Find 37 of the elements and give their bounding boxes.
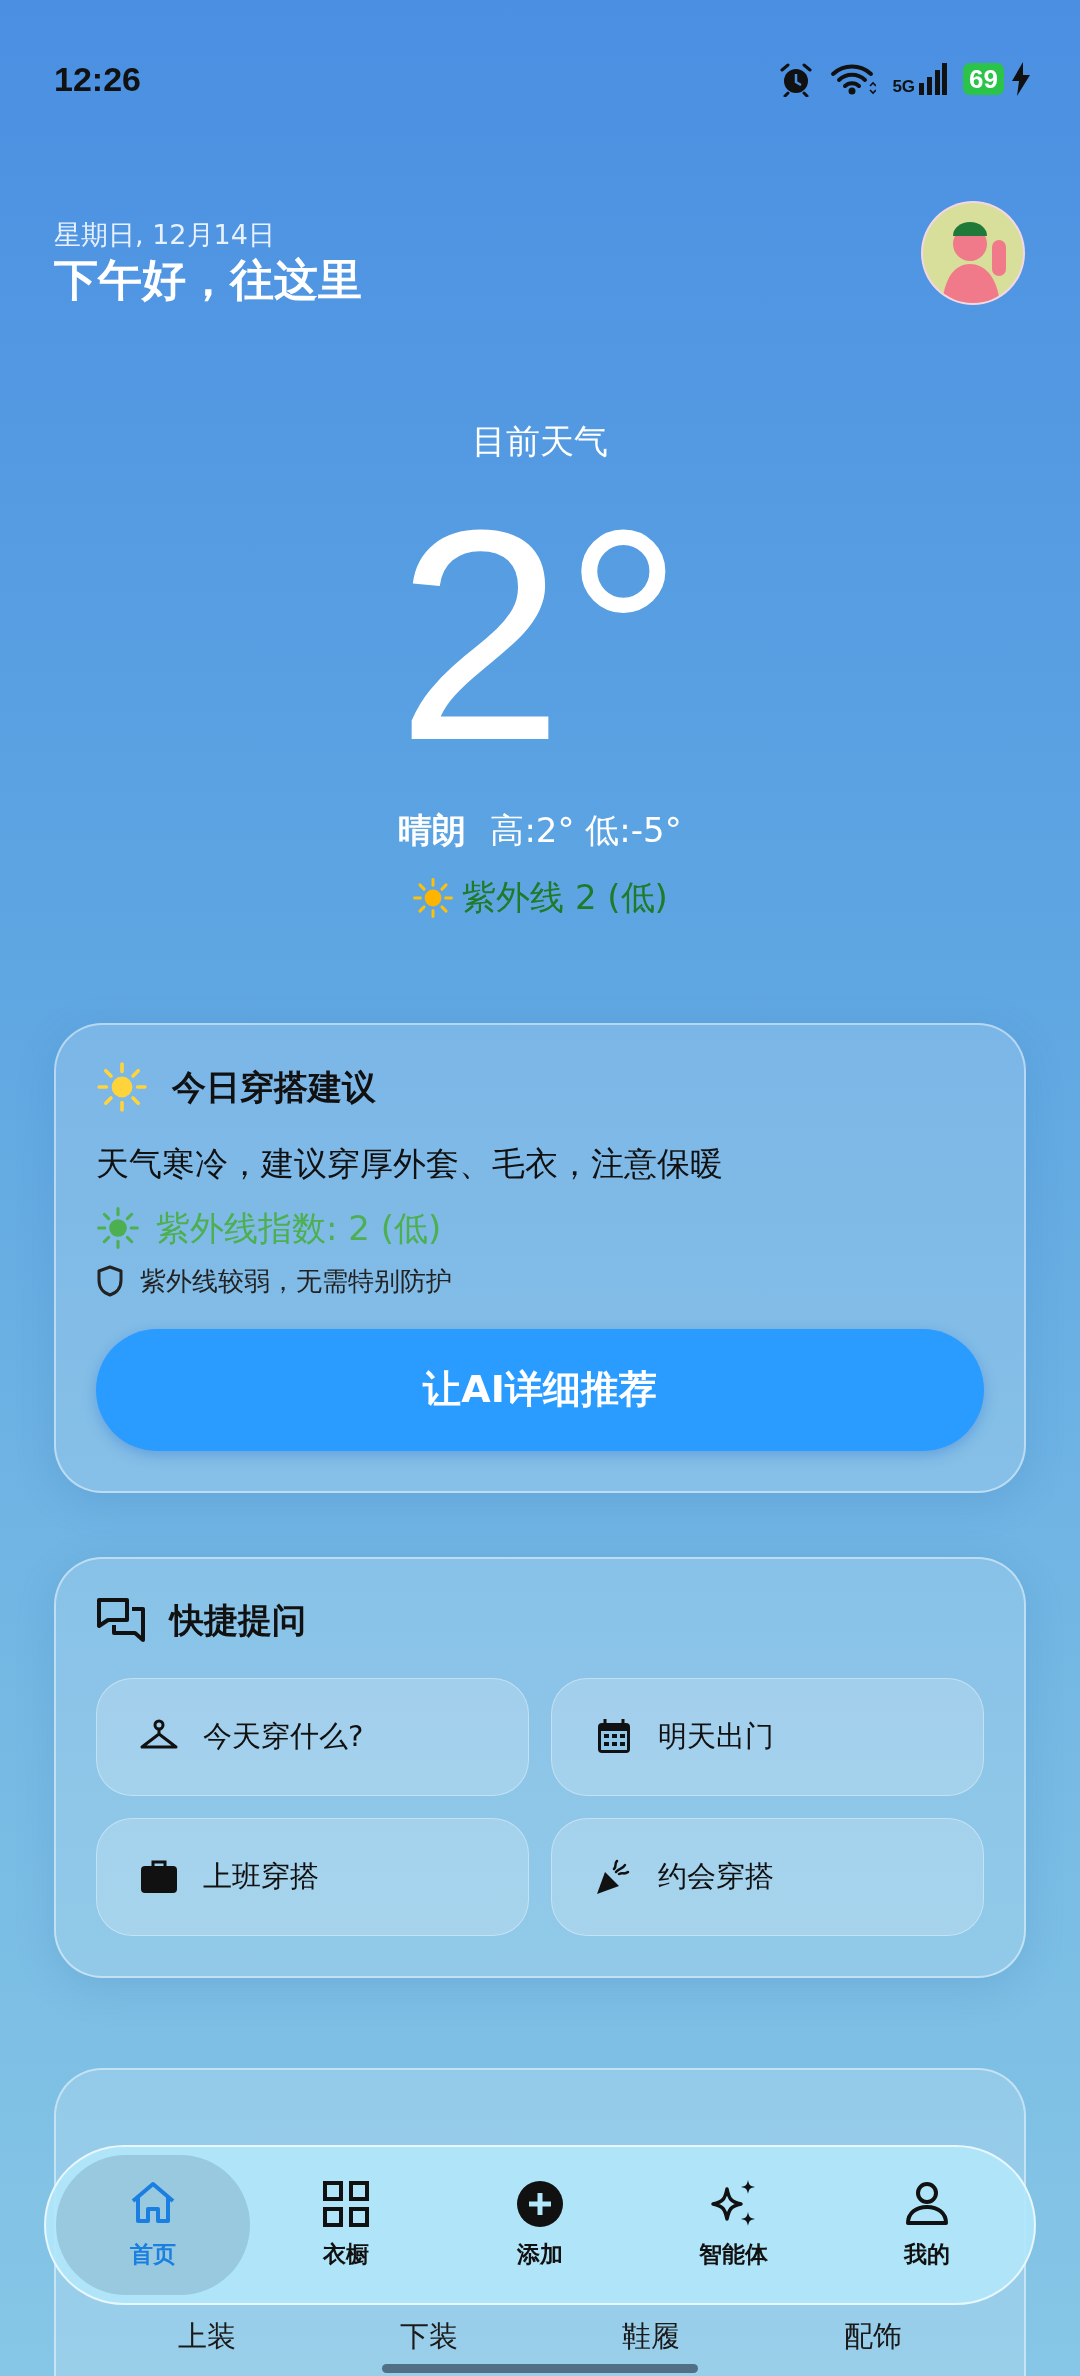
quick-question-button[interactable]: 约会穿搭	[551, 1817, 984, 1936]
category-label: 上装	[177, 2317, 237, 2355]
tab-item[interactable]: 智能体	[636, 2155, 831, 2295]
card-title: 快捷提问	[170, 1598, 306, 1642]
uv-text: 紫外线 2 (低)	[462, 876, 668, 919]
sun-icon	[96, 1206, 140, 1250]
clock-time: 12:26	[54, 58, 141, 100]
high-low-temperature: 高:2° 低:-5°	[490, 809, 682, 852]
greeting-text: 下午好，往这里	[54, 255, 362, 306]
uv-note-text: 紫外线较弱，无需特别防护	[140, 1264, 452, 1298]
temperature-text: 2°	[395, 485, 685, 785]
quick-question-button[interactable]: 上班穿搭	[96, 1817, 529, 1936]
sun-icon	[412, 876, 455, 919]
add-icon[interactable]	[515, 2178, 565, 2229]
category-label: 配饰	[843, 2317, 903, 2355]
category-label: 下装	[399, 2317, 459, 2355]
avatar[interactable]	[920, 200, 1026, 306]
weather-label: 目前天气	[471, 420, 609, 463]
wifi-icon	[830, 62, 877, 96]
advice-text: 天气寒冷，建议穿厚外套、毛衣，注意保暖	[96, 1143, 724, 1185]
chat-icon	[96, 1597, 146, 1643]
date-text: 星期日, 12月14日	[54, 217, 276, 252]
card-title: 今日穿搭建议	[172, 1065, 376, 1109]
quick-question-button[interactable]: 明天出门	[551, 1677, 984, 1796]
sun-icon	[96, 1061, 148, 1113]
category-label: 鞋履	[621, 2317, 681, 2355]
uv-index-text: 紫外线指数: 2 (低)	[156, 1206, 442, 1250]
weather-condition: 晴朗	[398, 809, 467, 852]
battery-level: 69	[963, 63, 1004, 95]
network-label: 5G	[892, 78, 916, 95]
grid-icon[interactable]	[321, 2178, 372, 2229]
tab-item[interactable]: 添加	[443, 2155, 637, 2295]
tab-item[interactable]: 衣橱	[249, 2155, 444, 2295]
quick-question-button[interactable]: 今天穿什么?	[96, 1677, 529, 1796]
signal-icon	[919, 63, 948, 95]
tab-item[interactable]: 我的	[830, 2155, 1024, 2295]
shield-icon	[96, 1265, 124, 1297]
